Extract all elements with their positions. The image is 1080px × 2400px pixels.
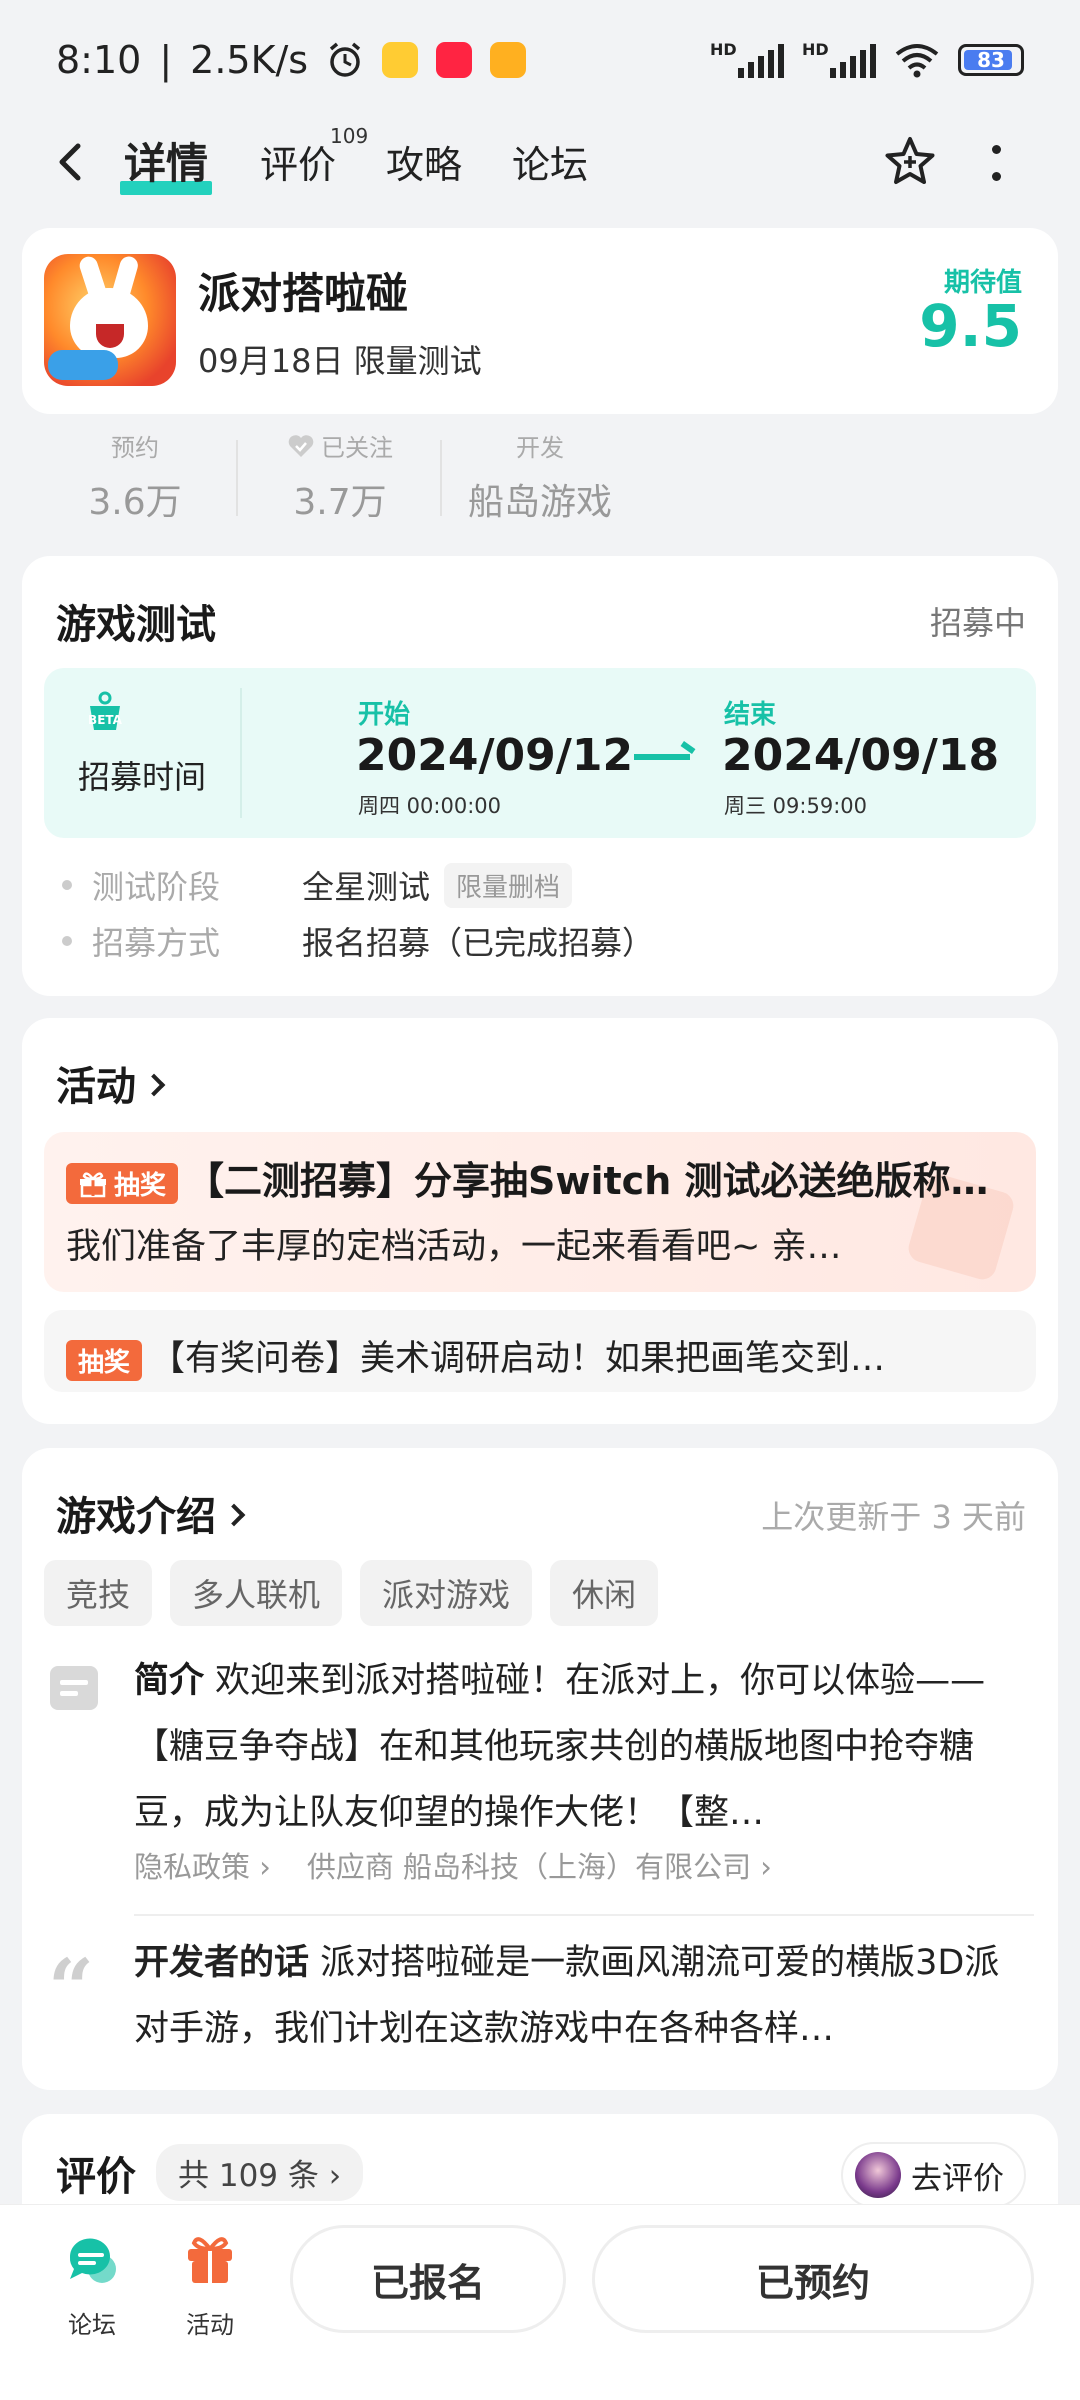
status-time: 8:10 [56,38,142,82]
start-time: 周四 00:00:00 [358,794,501,818]
game-intro-card: 游戏介绍 上次更新于 3 天前 竞技 多人联机 派对游戏 休闲 简介 欢迎来到派… [22,1448,1058,2090]
favorite-star-icon[interactable] [882,134,938,190]
tag-item[interactable]: 派对游戏 [360,1560,533,1626]
forum-chat-icon [69,2238,116,2283]
end-time: 周三 09:59:00 [724,794,867,818]
game-header-card: 派对搭啦碰 09月18日 限量测试 期待值 9.5 [22,228,1058,414]
status-speed: 2.5K/s [190,38,309,82]
tag-item[interactable]: 多人联机 [170,1560,343,1626]
arrow-right-icon [634,754,690,760]
notes-icon [490,42,527,78]
gift-icon [188,2237,232,2283]
start-date: 2024/09/12 [356,730,634,781]
signed-up-button[interactable]: 已报名 [290,2225,566,2333]
wifi-icon [895,44,939,78]
battery-icon: 83 [958,44,1024,76]
start-label: 开始 [358,700,411,730]
reserved-button[interactable]: 已预约 [592,2225,1034,2333]
test-section-title: 游戏测试 [56,602,216,648]
tag-list: 竞技 多人联机 派对游戏 休闲 [44,1560,659,1626]
heart-check-icon [288,434,314,457]
alarm-icon [329,42,361,77]
activity-card: 活动 抽奖 【二测招募】分享抽Switch 测试必送绝版称… 我们准备了丰厚的定档… [22,1018,1058,1424]
signal-icon-2: HD [802,40,876,78]
privacy-policy-link[interactable]: 隐私政策 › [134,1844,271,1886]
recruit-method-row: 招募方式 报名招募（已完成招募） [62,918,654,964]
tab-details[interactable]: 详情 [119,130,213,195]
expect-score: 9.5 [919,292,1022,360]
stage-chip: 限量删档 [444,862,573,908]
more-options-icon[interactable] [986,136,1006,190]
lottery-badge: 抽奖 [66,1339,143,1381]
game-app-icon [44,254,176,386]
gift-icon [80,1171,106,1197]
test-stage-row: 测试阶段 全星测试 限量删档 [62,862,573,908]
end-date: 2024/09/18 [722,730,1000,781]
activity-item-1-desc: 我们准备了丰厚的定档活动，一起来看看吧~ 亲… [66,1227,842,1267]
top-nav: 详情 评价 109 攻略 论坛 [0,120,1080,204]
intro-summary[interactable]: 简介 欢迎来到派对搭啦碰！在派对上，你可以体验——【糖豆争夺战】在和其他玩家共创… [134,1648,1034,1846]
recruit-time-box: BETA 招募时间 开始 2024/09/12 周四 00:00:00 结束 2… [44,668,1036,838]
beta-icon: BETA [88,691,123,730]
note-icon [50,1666,98,1710]
end-label: 结束 [724,700,777,730]
weibo-icon [382,42,419,78]
intro-section-title[interactable]: 游戏介绍 [56,1484,246,1542]
xiaohongshu-icon [436,42,473,78]
tab-guides[interactable]: 攻略 [386,134,462,189]
svg-text:BETA: BETA [88,713,123,727]
game-title: 派对搭啦碰 [198,269,409,318]
review-count-button[interactable]: 共 109 条 › [156,2144,364,2201]
tag-item[interactable]: 休闲 [550,1560,659,1626]
activity-item-1[interactable]: 抽奖 【二测招募】分享抽Switch 测试必送绝版称… 我们准备了丰厚的定档活动，… [44,1132,1036,1292]
status-bar: 8:10 | 2.5K/s HD HD 83 [0,0,1080,120]
write-review-button[interactable]: 去评价 [841,2142,1026,2208]
activity-button[interactable]: 活动 [180,2229,240,2340]
recruit-time-label: 招募时间 [78,758,207,796]
activity-item-1-title: 【二测招募】分享抽Switch 测试必送绝版称… [186,1159,989,1203]
stat-reservations: 预约 3.6万 [88,434,182,523]
tab-forum[interactable]: 论坛 [512,134,588,189]
bottom-action-bar: 论坛 活动 已报名 已预约 [0,2204,1080,2400]
lottery-badge: 抽奖 [66,1163,179,1204]
provider-link[interactable]: 供应商 船岛科技（上海）有限公司 › [307,1844,772,1886]
stat-developer[interactable]: 开发 船岛游戏 [460,428,620,525]
stat-followers[interactable]: 已关注 3.7万 [270,428,410,525]
recruit-status: 招募中 [929,604,1026,642]
activity-section-title[interactable]: 活动 [56,1054,166,1112]
activity-item-2-title: 【有奖问卷】美术调研启动！如果把画笔交到… [150,1339,886,1379]
forum-button[interactable]: 论坛 [62,2229,122,2340]
developer-words[interactable]: 开发者的话 派对搭啦碰是一款画风潮流可爱的横版3D派对手游，我们计划在这款游戏中… [134,1930,1034,2062]
back-icon[interactable] [50,140,94,184]
quote-icon: “ [48,1941,95,2035]
game-release-info: 09月18日 限量测试 [198,342,482,380]
game-stats: 预约 3.6万 已关注 3.7万 开发 船岛游戏 [0,428,1080,528]
chevron-right-icon [222,1503,246,1527]
game-test-card: 游戏测试 招募中 BETA 招募时间 开始 2024/09/12 周四 00:0… [22,556,1058,996]
tag-item[interactable]: 竞技 [44,1560,153,1626]
intro-updated: 上次更新于 3 天前 [761,1498,1026,1536]
review-section-title: 评价 [56,2154,136,2200]
avatar [855,2152,901,2198]
activity-item-2[interactable]: 抽奖 【有奖问卷】美术调研启动！如果把画笔交到… [44,1310,1036,1392]
review-count-badge: 109 [330,124,369,148]
tab-reviews[interactable]: 评价 [260,134,336,189]
signal-icon-1: HD [710,40,784,78]
chevron-right-icon [142,1073,166,1097]
